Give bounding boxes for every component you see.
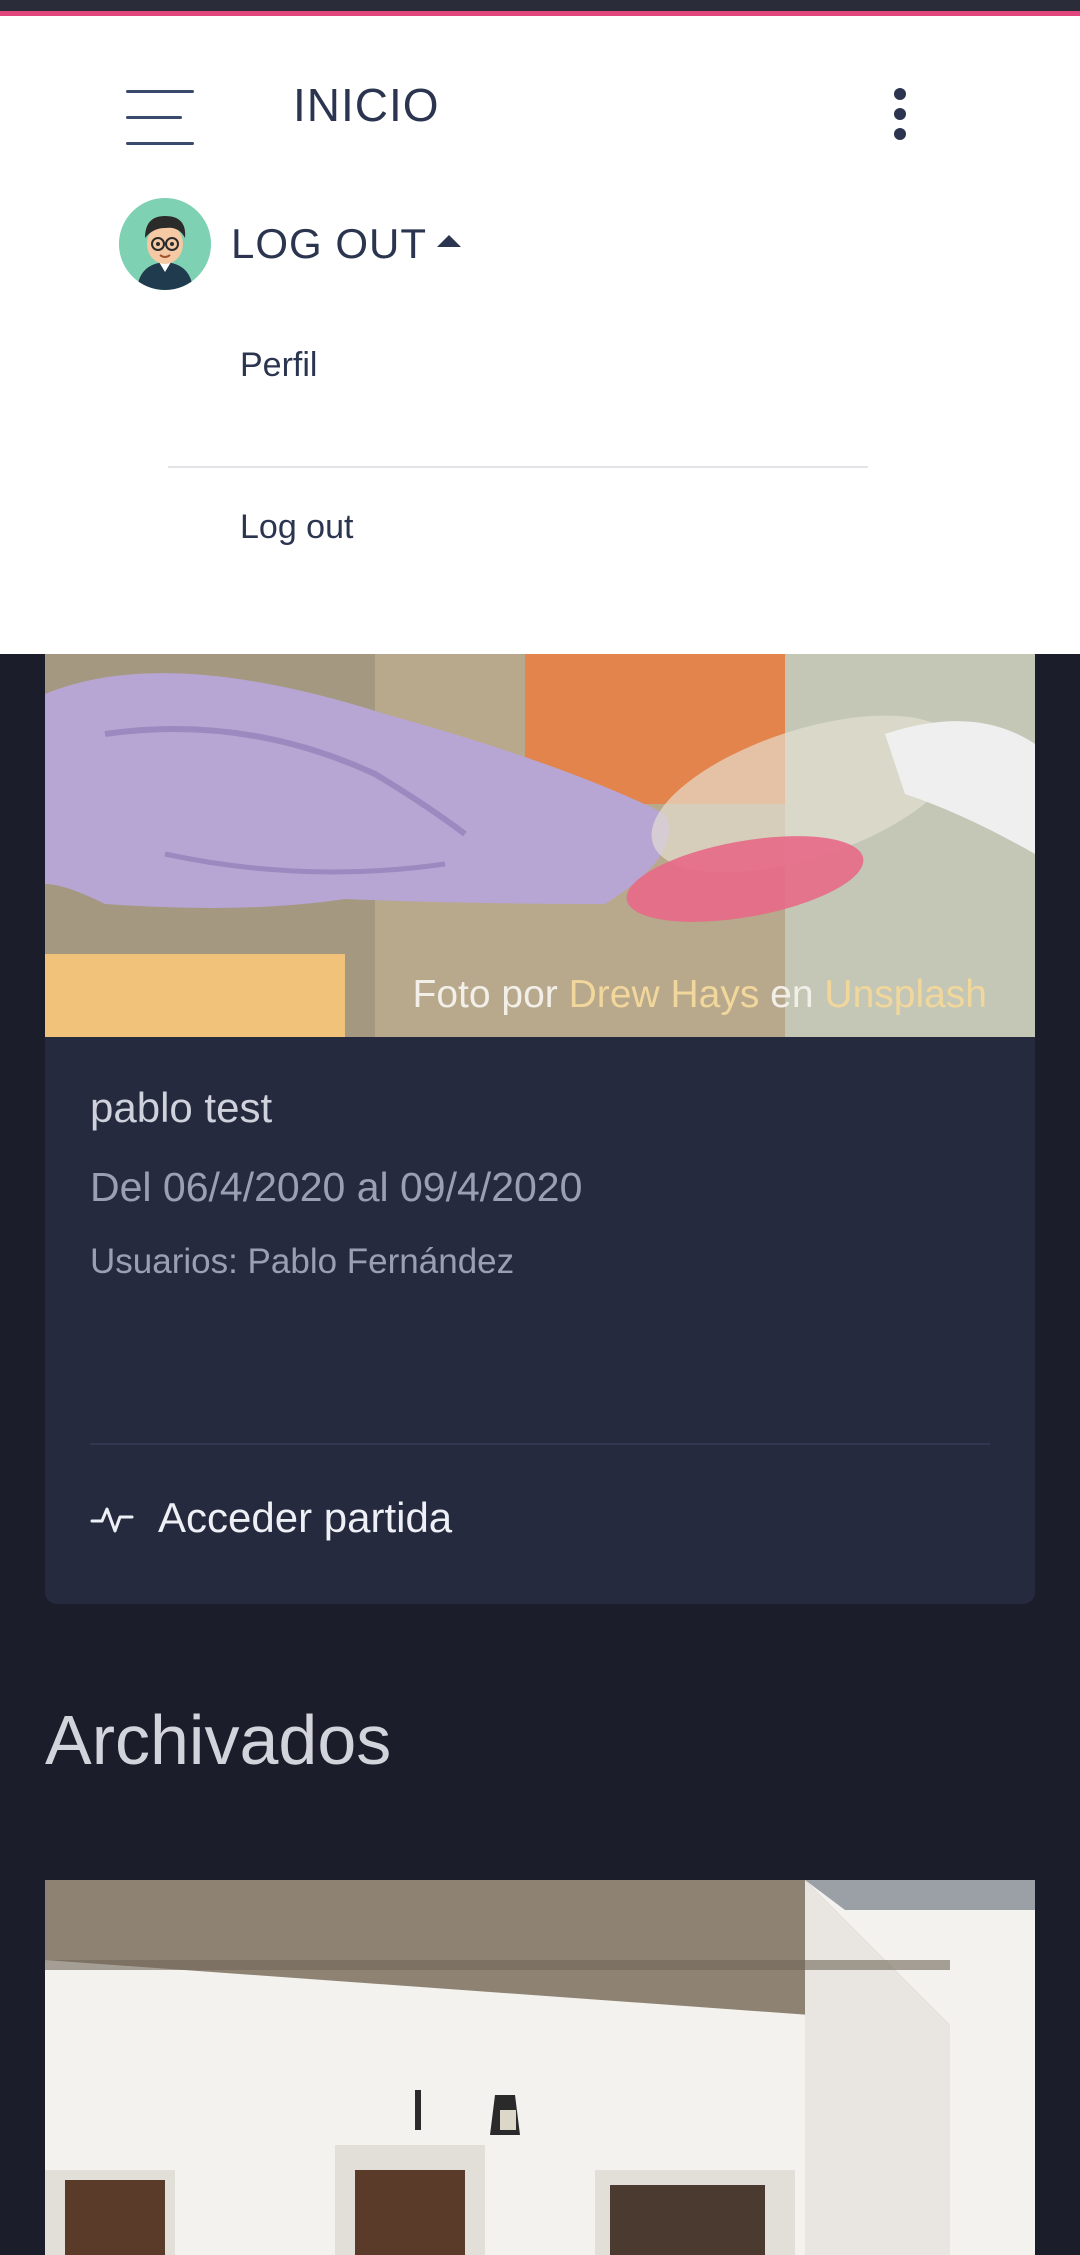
top-accent-bar <box>0 0 1080 16</box>
user-menu-label: LOG OUT <box>231 220 428 267</box>
card-divider <box>90 1443 990 1445</box>
access-game-label: Acceder partida <box>158 1494 453 1541</box>
header-dropdown-panel: INICIO LOG OUT Perfil Log out <box>0 16 1080 654</box>
menu-icon[interactable] <box>126 90 196 146</box>
page-title: INICIO <box>293 79 440 131</box>
more-options-icon[interactable] <box>890 84 910 144</box>
credit-source-link[interactable]: Unsplash <box>824 973 987 1016</box>
menu-item-perfil[interactable]: Perfil <box>240 346 317 385</box>
menu-divider <box>168 466 868 468</box>
archived-card-image <box>45 1880 1035 2255</box>
card-title: pablo test <box>90 1084 273 1131</box>
game-card: Foto por Drew Hays en Unsplash pablo tes… <box>45 654 1035 1604</box>
credit-author-link[interactable]: Drew Hays <box>569 973 760 1016</box>
card-cover-image: Foto por Drew Hays en Unsplash <box>45 654 1035 1037</box>
activity-icon <box>90 1507 134 1533</box>
menu-item-log-out[interactable]: Log out <box>240 508 353 547</box>
card-users: Usuarios: Pablo Fernández <box>90 1242 515 1281</box>
user-menu-toggle[interactable]: LOG OUT <box>119 196 462 292</box>
access-game-button[interactable]: Acceder partida <box>90 1494 452 1542</box>
archived-section-title: Archivados <box>45 1701 392 1779</box>
photo-credit: Foto por Drew Hays en Unsplash <box>413 973 987 1017</box>
avatar <box>119 198 211 290</box>
caret-up-icon <box>437 235 462 247</box>
credit-connector: en <box>770 973 814 1016</box>
card-dates: Del 06/4/2020 al 09/4/2020 <box>90 1164 583 1210</box>
credit-prefix: Foto por <box>412 973 558 1016</box>
